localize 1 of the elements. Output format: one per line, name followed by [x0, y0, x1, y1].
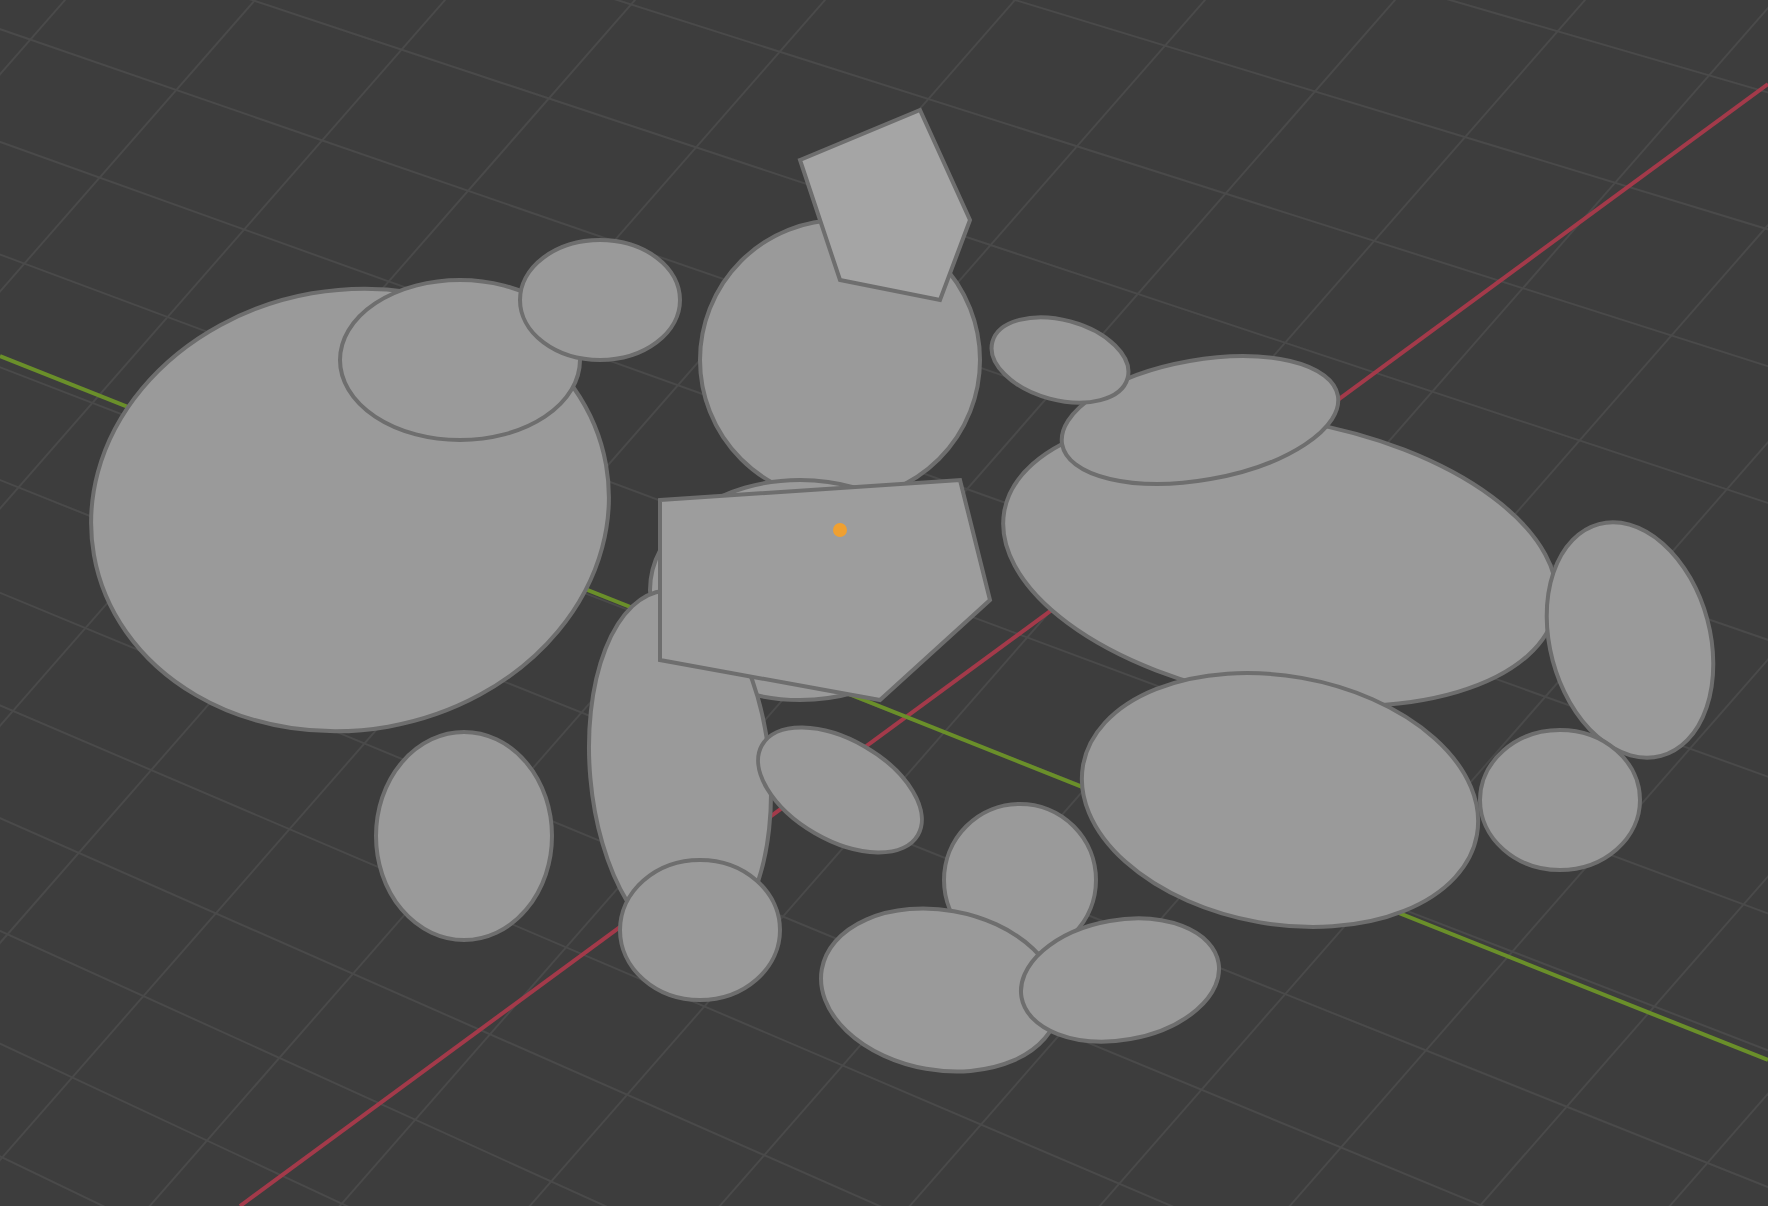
origin-dot	[833, 523, 847, 537]
